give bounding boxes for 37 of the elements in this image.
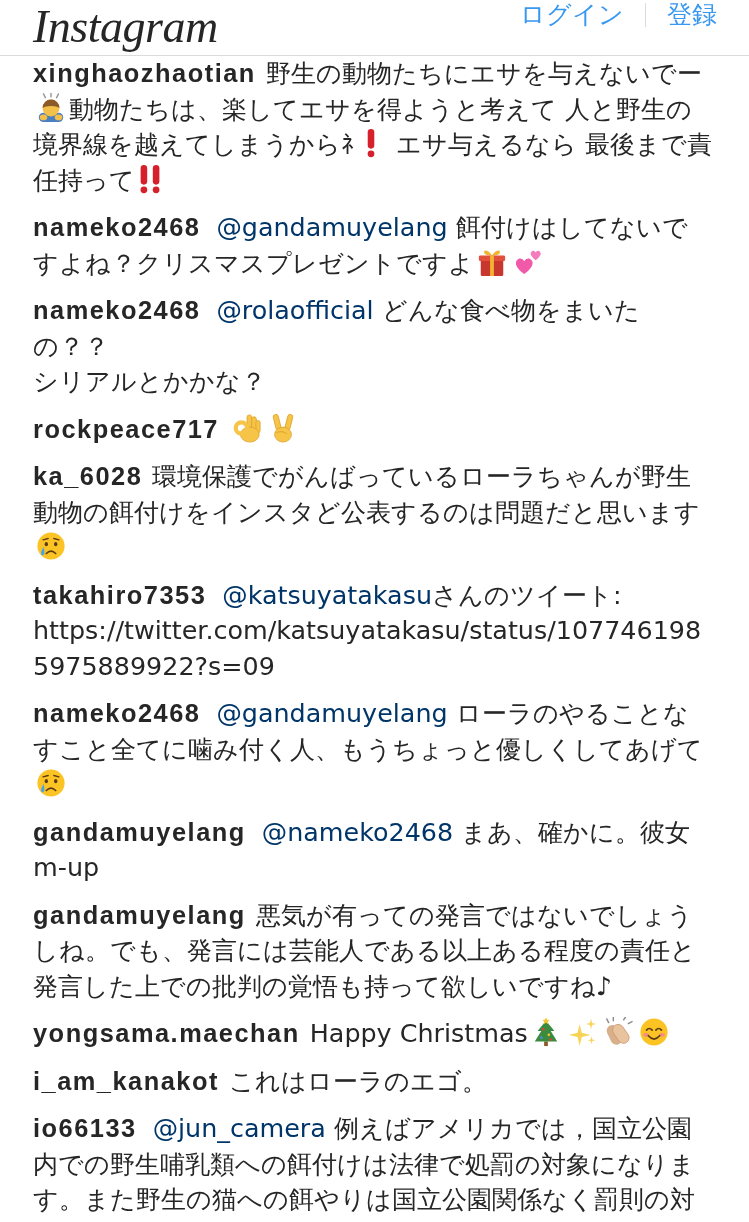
comment-text: nameko2468 @rolaofficial どんな食べ物をまいたの？？ シリアルとかかな？ bbox=[33, 294, 641, 398]
username-link[interactable]: io66133 bbox=[33, 1114, 137, 1142]
username-link[interactable]: nameko2468 bbox=[33, 213, 201, 241]
crying-face-icon bbox=[36, 531, 66, 561]
username-link[interactable]: ka_6028 bbox=[33, 462, 143, 490]
mention-link[interactable]: @gandamuyelang bbox=[216, 698, 448, 728]
comment-text: io66133 @jun_camera 例えばアメリカでは，国立公園内での野生哺乳類への餌付けは法律で処罰の対象になります。また野生の猫への餌やりは国立公園関係なく罰則の対 bbox=[33, 1112, 696, 1216]
mention-link[interactable]: @nameko2468 bbox=[261, 816, 454, 847]
smiling-face-icon bbox=[638, 1017, 669, 1047]
site-logo[interactable]: Instagram bbox=[33, 2, 218, 52]
crying-face-icon bbox=[36, 768, 66, 798]
mention-link[interactable]: @rolaofficial bbox=[216, 295, 374, 325]
username-link[interactable]: gandamuyelang bbox=[33, 900, 246, 929]
username-link[interactable]: i_am_kanakot bbox=[33, 1066, 219, 1095]
comment-text: takahiro7353 @katsuyatakasuさんのツイート: https://twitter.com/katsuyatakasu/status/1077461985975889922?s=09 bbox=[33, 578, 703, 683]
comment-text: i_am_kanakot これはローラのエゴ。 bbox=[33, 1064, 488, 1098]
comment-text: nameko2468 @gandamuyelang 餌付けはしてないですよね？クリスマスプレゼントですよ bbox=[33, 211, 689, 280]
exclamation-icon bbox=[365, 128, 377, 158]
username-link[interactable]: nameko2468 bbox=[33, 699, 201, 727]
username-link[interactable]: gandamuyelang bbox=[33, 817, 246, 846]
mention-link[interactable]: @jun_camera bbox=[152, 1113, 326, 1143]
mention-link[interactable]: @gandamuyelang bbox=[216, 212, 448, 242]
double-exclamation-icon bbox=[138, 163, 162, 194]
username-link[interactable]: takahiro7353 bbox=[33, 580, 207, 609]
comment-text: ka_6028 環境保護でがんばっているローラちゃんが野生動物の餌付けをインスタど公表するのは問題だと思います bbox=[33, 459, 713, 566]
comment-text: xinghaozhaotian 野生の動物たちにエサを与えないでー 動物たちは、楽してエサを得ようと考えて 人と野生の境界線を越えてしまうからﾈ エサ与えるなら 最後まで責任持って bbox=[33, 57, 713, 197]
mention-link[interactable]: @katsuyatakasu bbox=[222, 579, 432, 610]
bowing-person-icon bbox=[36, 92, 66, 123]
comment-text: nameko2468 @gandamuyelang ローラのやることなすこと全てに噛み付く人、もうちょっと優しくしてあげて bbox=[33, 696, 713, 803]
username-link[interactable]: rockpeace717 bbox=[33, 414, 219, 443]
comment-text: yongsama.maechan Happy Christmas bbox=[33, 1016, 713, 1052]
username-link[interactable]: yongsama.maechan bbox=[33, 1019, 300, 1047]
ok-hand-icon bbox=[232, 412, 262, 443]
username-link[interactable]: xinghaozhaotian bbox=[33, 59, 256, 87]
comment-text: gandamuyelang @nameko2468 まあ、確かに。彼女m-up bbox=[33, 815, 692, 884]
comment-text: gandamuyelang 悪気が有っての発言ではないでしょうしね。でも、発言には芸能人である以上ある程度の責任と発言した上での批判の覚悟も持って欲しいですね♪ bbox=[33, 898, 697, 1003]
username-link[interactable]: nameko2468 bbox=[33, 296, 201, 324]
